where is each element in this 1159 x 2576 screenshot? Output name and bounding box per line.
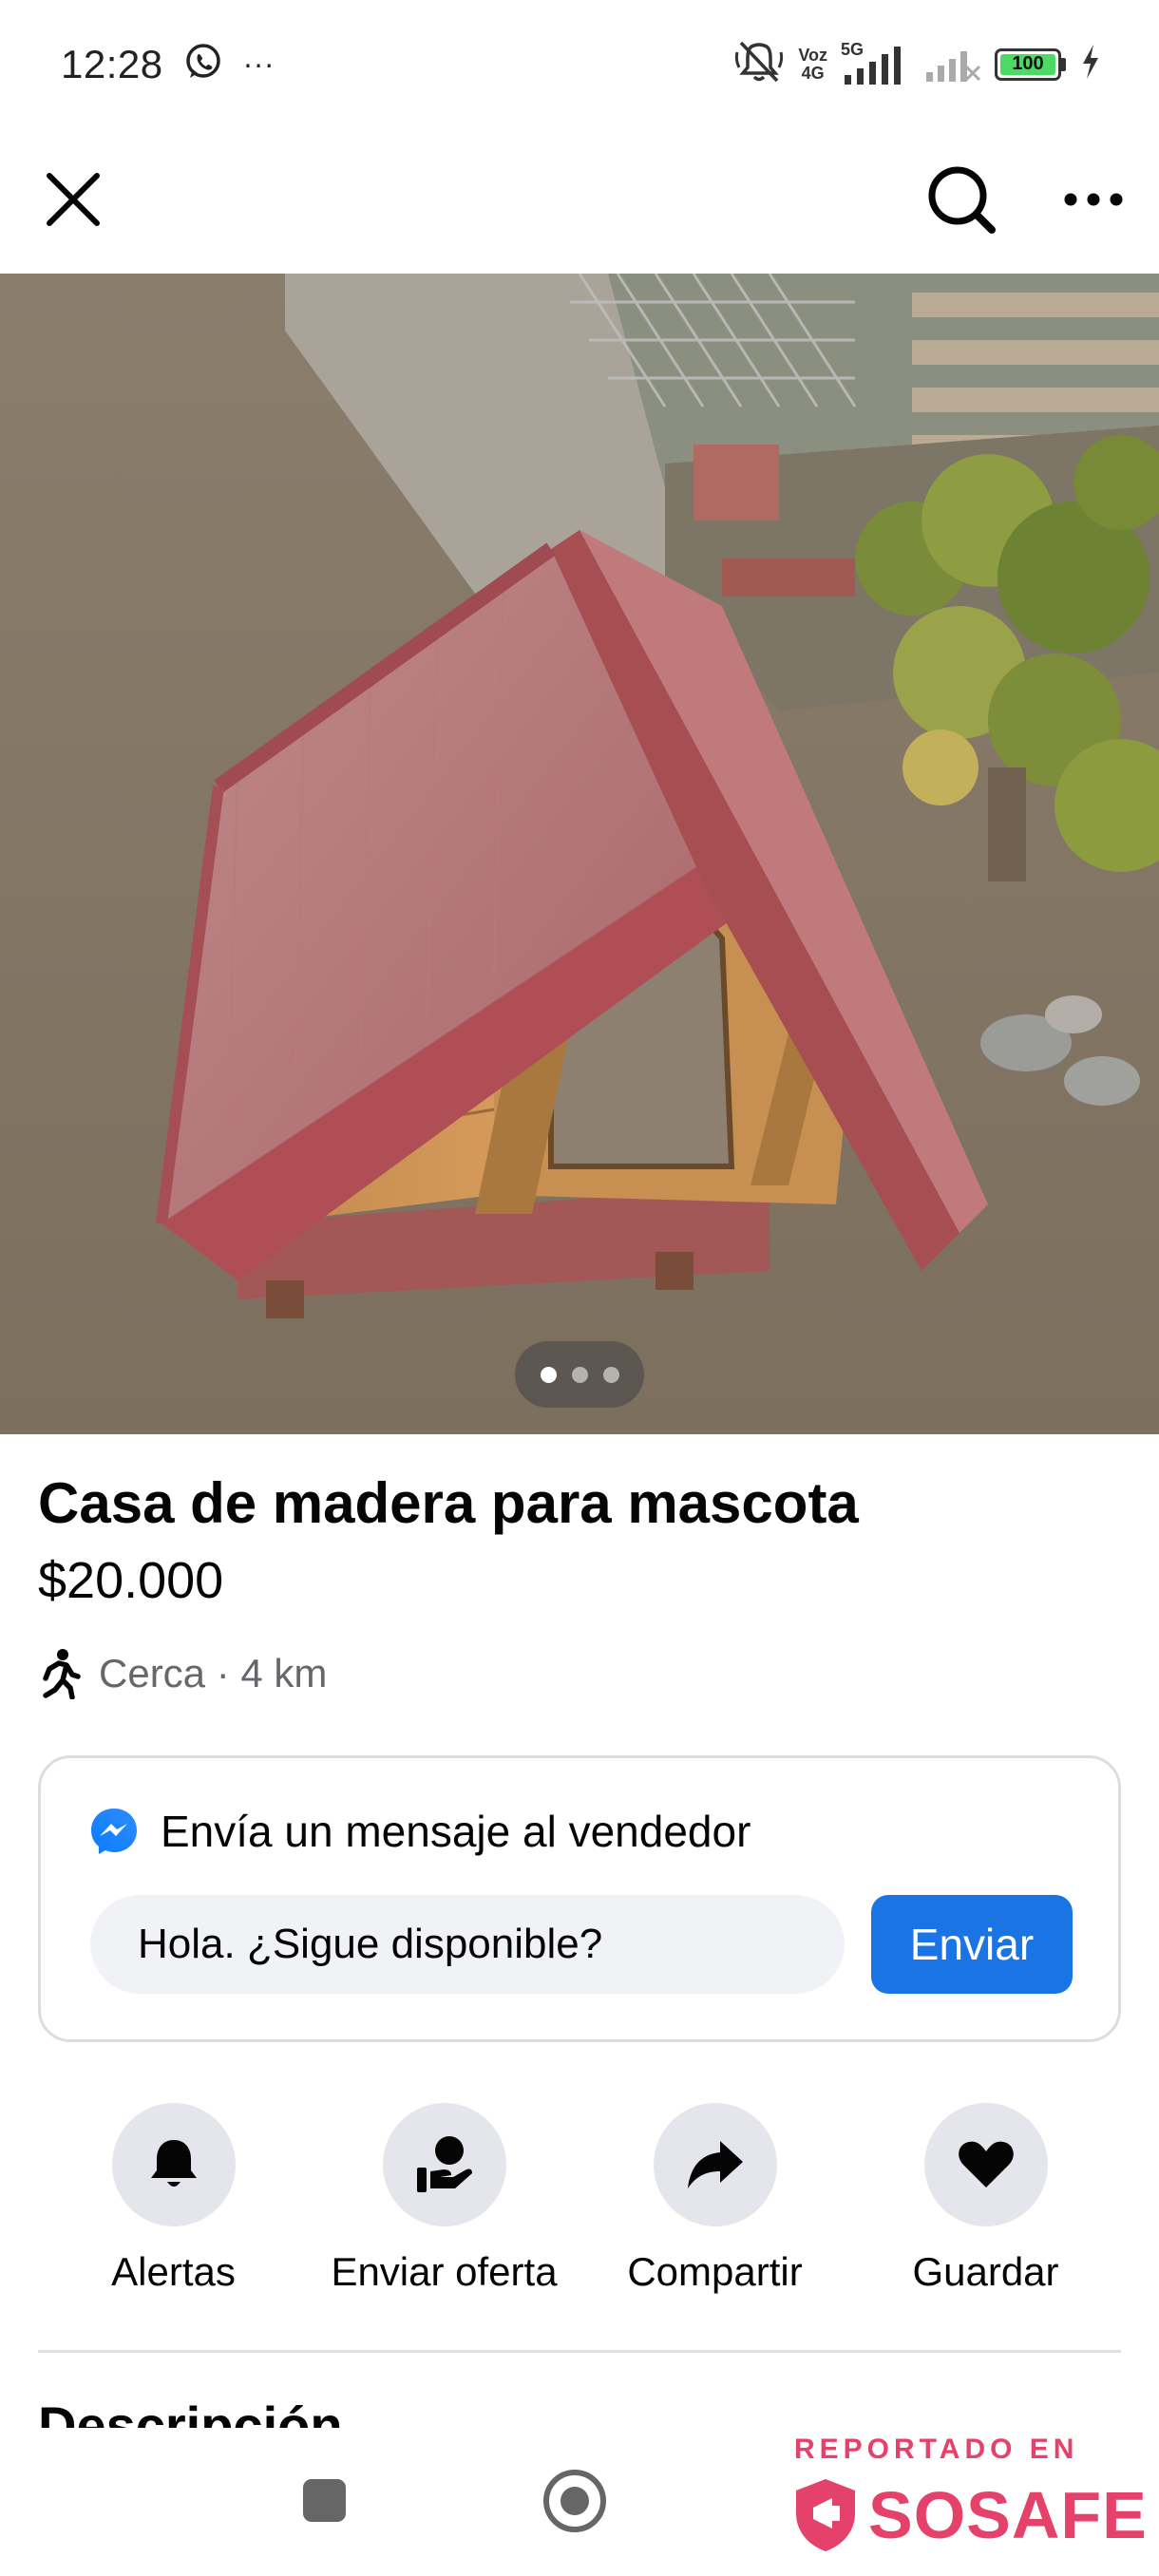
share-icon: [687, 2141, 743, 2188]
message-card-header: Envía un mensaje al vendedor: [88, 1806, 750, 1857]
watermark-brand: SOSAFE: [868, 2478, 1148, 2552]
description-heading: Descripción: [38, 2396, 343, 2428]
status-bar: 12:28 ··· Voz 4G 5G 100: [0, 0, 1159, 128]
gallery-pager[interactable]: [515, 1341, 644, 1408]
top-nav: [0, 128, 1159, 271]
search-icon: [928, 166, 996, 234]
mute-icon: [733, 39, 785, 89]
save-label: Guardar: [912, 2249, 1059, 2294]
share-circle[interactable]: [653, 2103, 777, 2226]
alerts-label: Alertas: [111, 2249, 236, 2294]
nav-right: [923, 161, 1125, 237]
messenger-icon: [91, 1809, 137, 1854]
shield-icon: [796, 2479, 855, 2551]
doghouse-image: [0, 274, 1159, 1434]
pager-dot-3: [602, 1366, 619, 1383]
status-left: 12:28 ···: [61, 42, 275, 87]
more-button[interactable]: [1062, 190, 1125, 209]
4g-label: 4G: [801, 63, 825, 83]
close-button[interactable]: [38, 164, 108, 235]
status-overflow: ···: [242, 47, 276, 81]
save-action[interactable]: Guardar: [853, 2103, 1119, 2295]
watermark-main: SOSAFE: [790, 2475, 1148, 2555]
send-offer-circle[interactable]: [382, 2103, 506, 2226]
send-offer-label: Enviar oferta: [331, 2249, 558, 2294]
message-seller-card: Envía un mensaje al vendedor Enviar: [38, 1755, 1121, 2042]
message-card-heading: Envía un mensaje al vendedor: [161, 1807, 751, 1856]
home-button-dot: [560, 2487, 589, 2515]
listing-price: $20.000: [38, 1552, 224, 1609]
signal-weak-icon: [924, 40, 981, 88]
alerts-circle[interactable]: [111, 2103, 236, 2226]
section-divider: [38, 2350, 1121, 2353]
listing-title: Casa de madera para mascota: [38, 1471, 859, 1535]
action-row: Alertas Enviar oferta Compartir Guardar: [38, 2103, 1121, 2295]
heart-icon: [958, 2141, 1014, 2188]
send-button[interactable]: Enviar: [871, 1895, 1073, 1994]
send-offer-action[interactable]: Enviar oferta: [312, 2103, 578, 2295]
share-action[interactable]: Compartir: [582, 2103, 848, 2295]
battery-icon: 100: [995, 47, 1066, 81]
pager-dot-2: [571, 1366, 588, 1383]
pager-dot-1: [540, 1366, 557, 1383]
close-icon: [47, 173, 100, 226]
more-icon: [1064, 193, 1123, 206]
listing-photo[interactable]: [0, 274, 1159, 1434]
whatsapp-icon: [184, 43, 222, 85]
battery-body: 100: [995, 47, 1061, 81]
share-label: Compartir: [627, 2249, 803, 2294]
battery-tip: [1061, 57, 1066, 71]
voz-4g-label: Voz 4G: [798, 45, 827, 83]
signal-icon: 5G: [841, 40, 911, 86]
home-button[interactable]: [543, 2470, 606, 2532]
save-circle[interactable]: [923, 2103, 1048, 2226]
status-time: 12:28: [61, 41, 163, 86]
description-section: Descripción: [38, 2396, 608, 2428]
recents-button[interactable]: [303, 2479, 346, 2522]
message-input[interactable]: [90, 1895, 845, 1994]
bell-icon: [150, 2140, 197, 2187]
search-button[interactable]: [923, 161, 999, 237]
battery-level: 100: [1000, 53, 1055, 75]
charging-icon: [1079, 43, 1102, 85]
walking-icon: [43, 1649, 81, 1699]
sosafe-watermark: REPORTADO EN SOSAFE: [790, 2432, 1151, 2576]
alerts-action[interactable]: Alertas: [41, 2103, 307, 2295]
watermark-top-text: REPORTADO EN: [794, 2434, 1079, 2465]
voz-label: Voz: [798, 45, 827, 65]
status-right: Voz 4G 5G 100: [733, 39, 1102, 89]
listing-distance[interactable]: Cerca · 4 km: [38, 1648, 327, 1699]
distance-text: Cerca · 4 km: [99, 1651, 328, 1695]
offer-icon: [416, 2136, 472, 2192]
